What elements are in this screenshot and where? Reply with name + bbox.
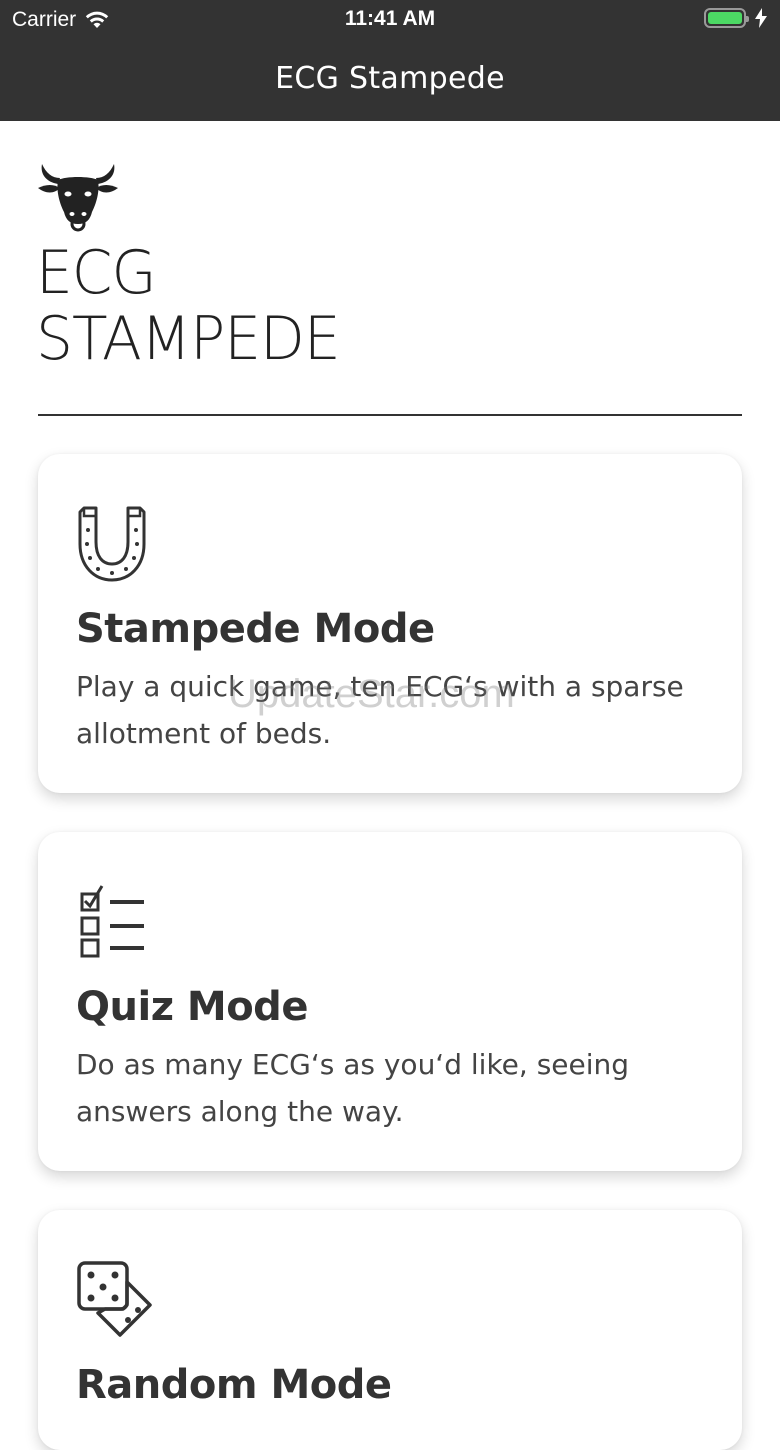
random-mode-card[interactable]: Random Mode — [38, 1210, 742, 1450]
checklist-icon — [80, 885, 144, 958]
battery-icon — [704, 8, 749, 28]
app-title-line1: ECG — [36, 238, 157, 308]
header-divider — [38, 414, 742, 416]
status-time: 11:41 AM — [344, 7, 436, 30]
card-title: Quiz Mode — [76, 984, 308, 1030]
charging-bolt-icon — [755, 8, 767, 28]
quiz-mode-card[interactable]: Quiz Mode Do as many ECG‘s as you‘d like… — [38, 832, 742, 1171]
stampede-mode-card[interactable]: Stampede Mode Play a quick game, ten ECG… — [38, 454, 742, 793]
card-title: Random Mode — [76, 1362, 392, 1408]
dice-icon — [77, 1261, 152, 1337]
nav-title: ECG Stampede — [275, 61, 505, 96]
bull-head-icon — [38, 164, 118, 232]
app-title-line2: STAMPEDE — [36, 304, 341, 374]
card-title: Stampede Mode — [76, 606, 435, 652]
battery-indicator — [704, 8, 768, 28]
horseshoe-icon — [78, 506, 146, 582]
battery-level — [708, 12, 742, 24]
status-bar: Carrier 11:41 AM — [0, 0, 780, 40]
navigation-bar: ECG Stampede — [0, 40, 780, 121]
card-description: Play a quick game, ten ECG‘s with a spar… — [76, 670, 684, 750]
card-description: Do as many ECG‘s as you‘d like, seeing a… — [76, 1048, 630, 1128]
app-title: ECG STAMPEDE — [36, 238, 341, 374]
